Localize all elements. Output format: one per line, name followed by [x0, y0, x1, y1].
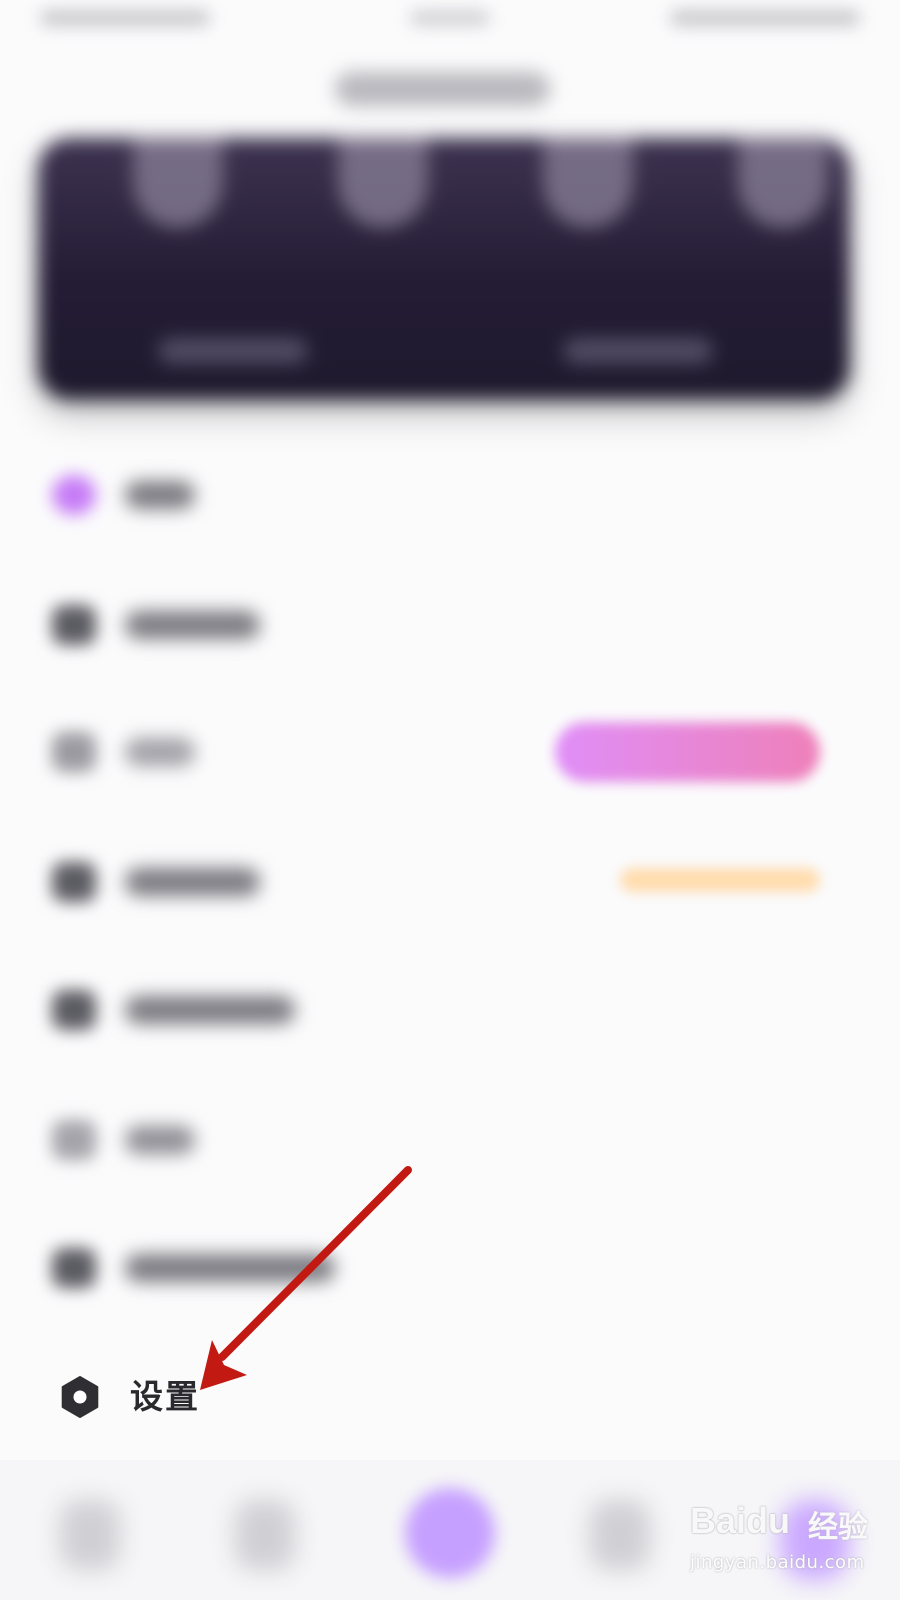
- watermark-brand-cn: 经验: [808, 1510, 868, 1545]
- menu-item-label-blurred: [125, 611, 260, 639]
- banner-decoration: [738, 138, 828, 228]
- nav-tab-blurred[interactable]: [60, 1500, 120, 1570]
- watermark-url: jingyan.baidu.com: [690, 1552, 865, 1573]
- menu-item-label-blurred: [125, 868, 260, 896]
- settings-label: 设置: [130, 1377, 200, 1416]
- menu-item-label-blurred: [125, 481, 195, 509]
- menu-item-label-blurred: [125, 1126, 195, 1154]
- status-bar-left-blurred: [40, 10, 210, 26]
- mobile-screen: 设置 Baidu 经验 jingyan.baidu.com: [0, 0, 900, 1600]
- menu-item-label-blurred: [125, 1254, 335, 1282]
- menu-item-blurred[interactable]: [0, 455, 900, 535]
- banner-stat-blurred: [158, 338, 308, 364]
- watermark-brand: Baidu: [690, 1500, 791, 1541]
- nav-center-button-blurred[interactable]: [405, 1488, 495, 1578]
- menu-item-label-blurred: [125, 738, 195, 766]
- menu-item-icon: [52, 862, 96, 902]
- menu-item-blurred[interactable]: [0, 712, 900, 792]
- menu-item-icon: [52, 732, 96, 772]
- menu-item-badge-blurred: [620, 868, 820, 892]
- menu-item-blurred[interactable]: [0, 842, 900, 922]
- menu-item-icon: [52, 990, 96, 1030]
- profile-banner-blurred[interactable]: [38, 138, 850, 400]
- status-bar-right-blurred: [670, 10, 860, 26]
- menu-item-blurred[interactable]: [0, 1228, 900, 1308]
- banner-stat-blurred: [563, 338, 713, 364]
- status-bar-time-blurred: [410, 10, 490, 26]
- banner-decoration: [543, 138, 633, 228]
- menu-item-settings[interactable]: 设置: [0, 1355, 900, 1445]
- menu-item-label-blurred: [125, 996, 295, 1024]
- menu-item-blurred[interactable]: [0, 1100, 900, 1180]
- baidu-jingyan-watermark: Baidu 经验 jingyan.baidu.com: [690, 1500, 890, 1590]
- settings-hexagon-icon: [61, 1376, 99, 1418]
- nav-tab-blurred[interactable]: [590, 1500, 650, 1570]
- menu-item-blurred[interactable]: [0, 585, 900, 665]
- menu-item-icon: [52, 605, 96, 645]
- menu-item-icon: [52, 475, 96, 515]
- menu-item-blurred[interactable]: [0, 970, 900, 1050]
- menu-item-icon: [52, 1248, 96, 1288]
- status-bar: [0, 0, 900, 40]
- banner-decoration: [133, 138, 223, 228]
- menu-item-badge-blurred: [555, 722, 820, 782]
- nav-tab-blurred[interactable]: [235, 1500, 295, 1570]
- page-title-blurred: [335, 72, 550, 106]
- banner-decoration: [338, 138, 428, 228]
- menu-item-icon: [52, 1120, 96, 1160]
